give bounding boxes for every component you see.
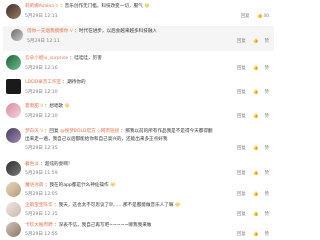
reply-button[interactable]: 回复 [237,90,246,95]
reply-button[interactable]: 回复 [237,192,246,197]
like-count: 40 [263,14,269,19]
verified-badge-icon: V [40,129,44,134]
like-button[interactable]: 👍 赞 [253,192,269,197]
comment-time: 5月29日 12:10 [25,90,58,95]
comment-text-continued: 出来走一遍，我自己以后都能给你和自己高兴的，还能出来多正点好我 [25,137,168,142]
reply-button[interactable]: 回复 [237,146,246,151]
verified-badge-icon: V [40,104,44,109]
avatar[interactable] [6,222,21,237]
like-button[interactable]: 👍 赞 [253,39,269,44]
laugh-emoji-icon: 😂 [144,4,150,9]
comment-item: 梦白天 V ：回复 @搜梦BOLD官方 ◇网页链接 ：那我以前的所有作品我是不是… [0,126,277,158]
like-button[interactable]: 👍40 [257,14,269,19]
comment-text: ：深表不信，我自己再写吧~~~~~哪我我来做 [54,223,152,228]
comment-item: 莉莉娜Azalea V ：音乐创作无门槛，科技改变一切，服气 😂 5月29日 1… [0,2,277,26]
avatar[interactable] [6,103,21,118]
like-button[interactable]: 👍 赞 [253,171,269,176]
comment-item: 云朵小姐lx_surprise ：哇哇哇，厉害 5月29日 12:16 回复 👍… [0,53,277,77]
comment-text: ：那我以前的所有作品我是不是得今天都得翻 [120,129,213,134]
reply-button[interactable]: 回复 [237,39,246,44]
like-button[interactable]: 👍 赞 [253,66,269,71]
comment-time: 5月29日 12:10 [25,114,58,119]
commenter-name[interactable]: 魔语冰萌 [25,183,43,188]
web-link[interactable]: ◇网页链接 [97,129,119,134]
comment-text: ：我在的app都是什么神仙操作 [44,183,109,188]
comment-time: 5月29日 12:11 [25,14,58,19]
comment-item: 魔语冰萌 ：我在的app都是什么神仙操作 😂 5月29日 12:05 回复 👍 赞 [0,180,277,202]
avatar[interactable] [11,29,23,41]
commenter-name[interactable]: 莉莉娜Azalea [25,4,54,9]
laugh-emoji-icon: 😂 [174,203,181,208]
comment-time: 5月29日 12:11 [27,39,60,44]
comment-time: 5月29日 12:55 [25,232,58,237]
commenter-name[interactable]: 借你一支烟我摸摸你 [27,29,68,34]
avatar[interactable] [6,202,21,217]
commenter-name[interactable]: 暮色淡 [25,162,39,167]
comment-text: ：哇哇哇，厉害 [69,56,102,61]
like-button[interactable]: 👍 赞 [253,146,269,151]
comment-text: ：想唱歌 [44,104,64,109]
comment-time: 5月29日 12:05 [25,192,58,197]
like-button[interactable]: 👍 赞 [253,232,269,237]
reply-button[interactable]: 回复 [237,212,246,217]
grin-emoji-icon: 😆 [64,104,70,109]
avatar[interactable] [6,128,21,143]
reply-item: 借你一支烟我摸摸你 V ：时代在进步，以后会越来越多科技融入 5月29日 12:… [3,26,274,51]
commenter-name[interactable]: 卡钦大嫂周聘 [25,223,53,228]
comment-time: 5月29日 11:59 [25,171,58,176]
reply-button[interactable]: 回复 [237,171,246,176]
reply-button[interactable]: 回复 [237,114,246,119]
commenter-name[interactable]: 企鹅宝宝陈华 [25,203,53,208]
avatar[interactable] [6,79,21,94]
comment-item: 卡钦大嫂周聘 ：深表不信，我自己再写吧~~~~~哪我我来做 5月29日 12:5… [0,220,277,240]
reply-button[interactable]: 回复 [237,232,246,237]
comment-item: 夏雨甜 V ：想唱歌 😆 5月29日 12:10 回复 👍 赞 [0,101,277,125]
commenter-name[interactable]: 云朵小姐lx_surprise [25,56,68,61]
reply-button[interactable]: 回复 [241,14,250,19]
comment-text: ：时代在进步，以后会越来越多科技融入 [74,29,158,34]
avatar[interactable] [6,4,21,19]
comment-item: 企鹅宝宝陈华 ：我天，这也太不可思议了叭……那不是都能做音乐人了嘛 😂 5月29… [0,200,277,222]
laugh-emoji-icon: 😂 [110,183,116,188]
comment-time: 5月29日 12:35 [25,212,58,217]
commenter-name[interactable]: 梦白天 [25,129,39,134]
reply-button[interactable]: 回复 [237,66,246,71]
avatar[interactable] [6,182,21,197]
comment-time: 5月29日 12:35 [25,146,58,151]
verified-badge-icon: V [55,4,59,9]
commenter-name[interactable]: 夏雨甜 [25,104,39,109]
comment-time: 5月29日 12:16 [25,66,58,71]
like-button[interactable]: 👍 赞 [253,114,269,119]
verified-badge-icon: V [69,29,73,34]
comment-item: 暮色淡 ：超炫的耍啊！ 5月29日 11:59 回复 👍 赞 [0,159,277,181]
commenter-name[interactable]: LDDD录音工作室 [25,80,61,85]
comment-text: ：期待你的 [62,80,86,85]
comment-text: ：音乐创作无门槛，科技改变一切，服气 [60,4,143,9]
comment-text: ：超炫的耍啊！ [40,162,73,167]
mention-link[interactable]: @搜梦BOLD官方 [60,129,96,134]
avatar[interactable] [6,161,21,176]
comment-item: LDDD录音工作室 ：期待你的 5月29日 12:10 回复 👍 赞 [0,77,277,101]
like-button[interactable]: 👍 赞 [253,212,269,217]
like-button[interactable]: 👍 赞 [253,90,269,95]
avatar[interactable] [6,55,21,70]
comment-text: ：我天，这也太不可思议了叭……那不是都能做音乐人了嘛 [54,203,174,208]
